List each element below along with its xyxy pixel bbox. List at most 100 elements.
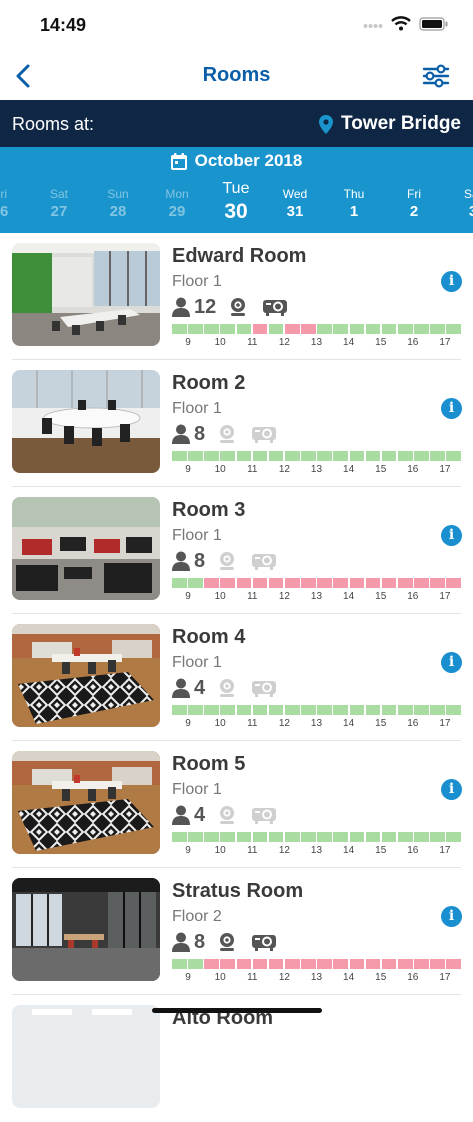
- info-icon[interactable]: i: [441, 398, 462, 419]
- time-slot-busy[interactable]: [397, 578, 413, 588]
- time-slot-busy[interactable]: [333, 578, 349, 588]
- time-slot-free[interactable]: [365, 451, 381, 461]
- time-slot-free[interactable]: [430, 324, 445, 334]
- time-slot-free[interactable]: [284, 705, 300, 715]
- time-slot-busy[interactable]: [236, 959, 252, 969]
- time-slot-free[interactable]: [446, 451, 462, 461]
- time-slot-busy[interactable]: [333, 959, 349, 969]
- time-slot-free[interactable]: [252, 705, 268, 715]
- time-slot-busy[interactable]: [252, 324, 268, 334]
- location-bar[interactable]: Rooms at: Tower Bridge: [0, 100, 473, 147]
- time-slot-free[interactable]: [204, 705, 219, 715]
- time-slot-busy[interactable]: [284, 578, 300, 588]
- time-slot-free[interactable]: [236, 832, 252, 842]
- time-slot-free[interactable]: [317, 324, 332, 334]
- time-slot-free[interactable]: [333, 324, 349, 334]
- time-slot-busy[interactable]: [381, 959, 397, 969]
- time-slot-free[interactable]: [220, 324, 236, 334]
- time-slot-busy[interactable]: [301, 578, 316, 588]
- time-slot-busy[interactable]: [349, 578, 365, 588]
- time-slot-free[interactable]: [172, 832, 187, 842]
- time-slot-busy[interactable]: [430, 578, 445, 588]
- time-slot-free[interactable]: [220, 832, 236, 842]
- time-slot-free[interactable]: [430, 832, 445, 842]
- time-slot-free[interactable]: [268, 451, 284, 461]
- time-slot-free[interactable]: [236, 451, 252, 461]
- day-2[interactable]: Sun 28: [93, 187, 143, 220]
- time-slot-free[interactable]: [284, 451, 300, 461]
- day-0[interactable]: Fri 26: [0, 187, 25, 220]
- room-row[interactable]: Edward Room Floor 1 12 i 9 10 11 12 13 14 15 16 17: [0, 233, 473, 360]
- time-slot-busy[interactable]: [284, 959, 300, 969]
- time-slot-free[interactable]: [397, 324, 413, 334]
- time-slot-busy[interactable]: [414, 959, 429, 969]
- room-row[interactable]: Room 3 Floor 1 8 i 9 10 11 12 13 14 15 16 17: [0, 487, 473, 614]
- time-slot-free[interactable]: [252, 832, 268, 842]
- day-1[interactable]: Sat 27: [34, 187, 84, 220]
- time-slot-free[interactable]: [333, 705, 349, 715]
- time-slot-free[interactable]: [414, 451, 429, 461]
- time-slot-free[interactable]: [414, 832, 429, 842]
- time-slot-free[interactable]: [236, 705, 252, 715]
- time-slot-free[interactable]: [349, 832, 365, 842]
- time-slot-busy[interactable]: [301, 959, 316, 969]
- time-slot-free[interactable]: [188, 451, 203, 461]
- room-row[interactable]: Alto Room: [0, 995, 473, 1122]
- time-slot-free[interactable]: [172, 959, 187, 969]
- time-slot-free[interactable]: [268, 832, 284, 842]
- day-3[interactable]: Mon 29: [152, 187, 202, 220]
- time-slot-busy[interactable]: [414, 578, 429, 588]
- room-row[interactable]: Room 5 Floor 1 4 i 9 10 11 12 13 14 15 16 17: [0, 741, 473, 868]
- time-slot-free[interactable]: [397, 832, 413, 842]
- time-slot-free[interactable]: [365, 705, 381, 715]
- day-7[interactable]: Fri 2: [389, 187, 439, 220]
- time-slot-free[interactable]: [365, 324, 381, 334]
- info-icon[interactable]: i: [441, 652, 462, 673]
- filter-sliders-icon[interactable]: [421, 62, 451, 90]
- time-slot-free[interactable]: [317, 705, 332, 715]
- time-slot-free[interactable]: [284, 832, 300, 842]
- day-5[interactable]: Wed 31: [270, 187, 320, 220]
- time-slot-free[interactable]: [333, 451, 349, 461]
- info-icon[interactable]: i: [441, 525, 462, 546]
- time-slot-free[interactable]: [188, 578, 203, 588]
- time-slot-free[interactable]: [268, 324, 284, 334]
- time-slot-free[interactable]: [414, 324, 429, 334]
- time-slot-free[interactable]: [349, 451, 365, 461]
- time-slot-busy[interactable]: [204, 578, 219, 588]
- day-8[interactable]: Sat 3: [448, 187, 473, 220]
- info-icon[interactable]: i: [441, 779, 462, 800]
- time-slot-free[interactable]: [349, 324, 365, 334]
- info-icon[interactable]: i: [441, 271, 462, 292]
- time-slot-busy[interactable]: [381, 578, 397, 588]
- time-slot-busy[interactable]: [220, 578, 236, 588]
- time-slot-busy[interactable]: [446, 578, 462, 588]
- day-6[interactable]: Thu 1: [329, 187, 379, 220]
- room-row[interactable]: Stratus Room Floor 2 8 i 9 10 11 12 13 14 15 16 17: [0, 868, 473, 995]
- time-slot-busy[interactable]: [365, 578, 381, 588]
- time-slot-free[interactable]: [446, 324, 462, 334]
- time-slot-free[interactable]: [220, 705, 236, 715]
- time-slot-busy[interactable]: [252, 578, 268, 588]
- room-row[interactable]: Room 2 Floor 1 8 i 9 10 11 12 13 14 15 16 17: [0, 360, 473, 487]
- time-slot-free[interactable]: [317, 451, 332, 461]
- time-slot-free[interactable]: [188, 959, 203, 969]
- time-slot-busy[interactable]: [284, 324, 300, 334]
- time-slot-free[interactable]: [204, 451, 219, 461]
- time-slot-free[interactable]: [397, 451, 413, 461]
- time-slot-free[interactable]: [381, 705, 397, 715]
- time-slot-busy[interactable]: [446, 959, 462, 969]
- time-slot-busy[interactable]: [365, 959, 381, 969]
- time-slot-busy[interactable]: [204, 959, 219, 969]
- time-slot-free[interactable]: [446, 705, 462, 715]
- time-slot-free[interactable]: [381, 832, 397, 842]
- time-slot-free[interactable]: [365, 832, 381, 842]
- time-slot-busy[interactable]: [268, 578, 284, 588]
- time-slot-free[interactable]: [220, 451, 236, 461]
- time-slot-busy[interactable]: [268, 959, 284, 969]
- room-row[interactable]: Room 4 Floor 1 4 i 9 10 11 12 13 14 15 16 17: [0, 614, 473, 741]
- time-slot-busy[interactable]: [430, 959, 445, 969]
- time-slot-free[interactable]: [252, 451, 268, 461]
- time-slot-busy[interactable]: [252, 959, 268, 969]
- time-slot-free[interactable]: [188, 324, 203, 334]
